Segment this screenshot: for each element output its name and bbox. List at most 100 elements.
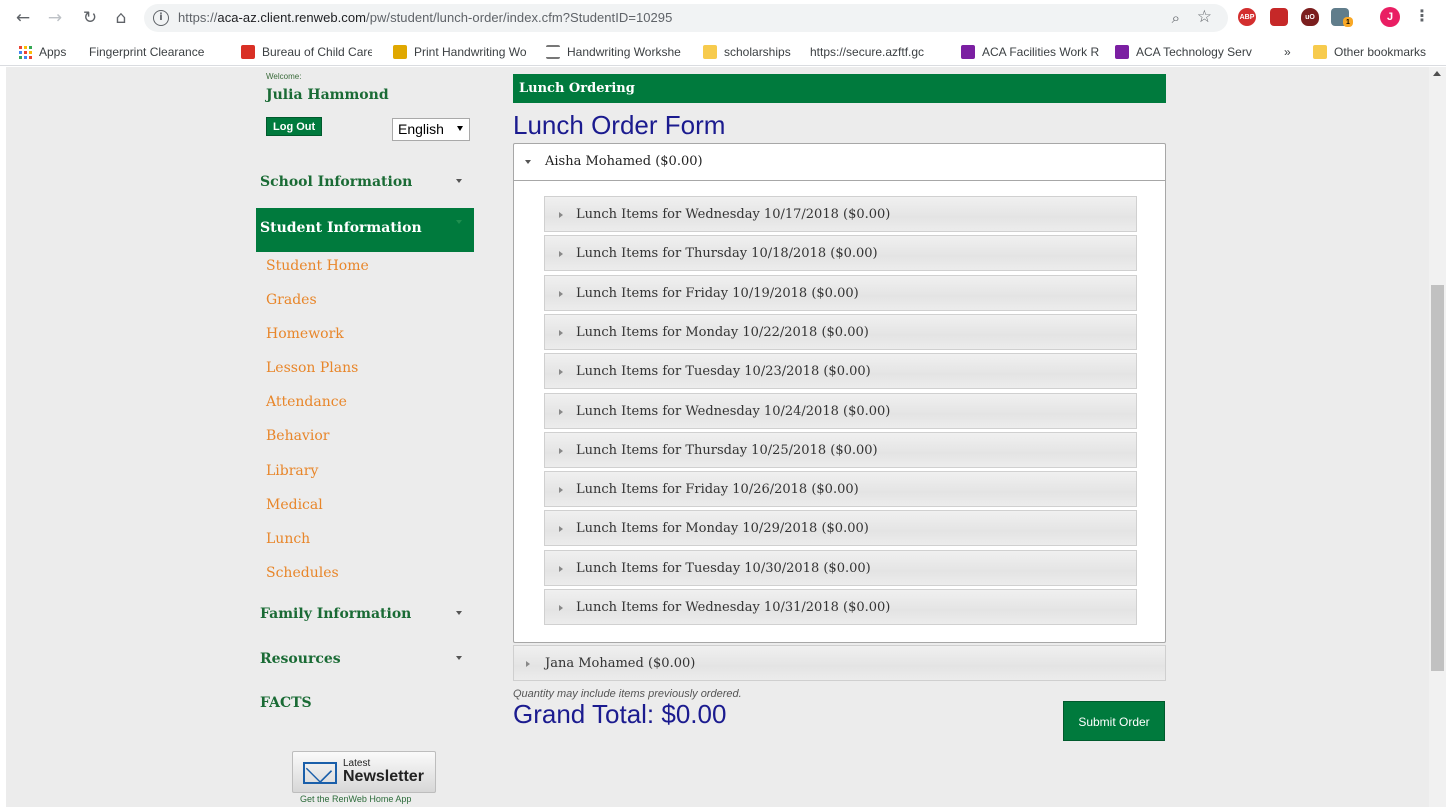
sidebar-item-attendance[interactable]: Attendance bbox=[266, 394, 347, 410]
back-arrow-icon[interactable]: ← bbox=[12, 7, 34, 29]
logout-button[interactable]: Log Out bbox=[266, 117, 323, 136]
bookmark-bureau-child-care[interactable]: Bureau of Child Care bbox=[241, 44, 372, 60]
lunch-day-row[interactable]: Lunch Items for Wednesday 10/31/2018 ($0… bbox=[544, 589, 1137, 625]
lunch-day-row[interactable]: Lunch Items for Wednesday 10/24/2018 ($0… bbox=[544, 392, 1137, 429]
mail-icon bbox=[303, 762, 337, 784]
lunch-day-label: Lunch Items for Tuesday 10/23/2018 ($0.0… bbox=[576, 364, 871, 380]
submit-order-button[interactable]: Submit Order bbox=[1063, 701, 1165, 741]
sidebar-item-lunch[interactable]: Lunch bbox=[266, 531, 310, 547]
expand-triangle-icon bbox=[559, 526, 563, 533]
sidebar-item-homework[interactable]: Homework bbox=[266, 326, 344, 342]
nav-school-information[interactable]: School Information bbox=[256, 167, 474, 197]
student-name-label: Jana Mohamed ($0.00) bbox=[545, 656, 696, 671]
lunch-day-label: Lunch Items for Thursday 10/18/2018 ($0.… bbox=[576, 246, 878, 262]
scroll-up-arrow-icon[interactable] bbox=[1433, 71, 1441, 76]
renweb-app-link[interactable]: Get the RenWeb Home App bbox=[300, 794, 411, 804]
bookmarks-bar: Apps Fingerprint Clearance Bureau of Chi… bbox=[0, 36, 1446, 66]
chevron-down-icon bbox=[456, 611, 462, 615]
bookmark-aca-facilities[interactable]: ACA Facilities Work R bbox=[961, 44, 1109, 60]
expand-triangle-icon bbox=[559, 251, 563, 258]
lunch-day-label: Lunch Items for Wednesday 10/17/2018 ($0… bbox=[576, 207, 891, 222]
home-icon[interactable]: ⌂ bbox=[110, 7, 132, 29]
sidebar-item-grades[interactable]: Grades bbox=[266, 292, 317, 308]
nav-section-label: Resources bbox=[260, 651, 341, 667]
sidebar-item-student-home[interactable]: Student Home bbox=[266, 258, 369, 274]
newsletter-button[interactable]: Latest Newsletter bbox=[292, 751, 436, 793]
lunch-day-label: Lunch Items for Wednesday 10/31/2018 ($0… bbox=[576, 600, 891, 615]
bookmark-scholarships[interactable]: scholarships bbox=[703, 44, 791, 60]
site-info-icon[interactable]: i bbox=[153, 10, 169, 26]
bookmark-star-icon[interactable]: ☆ bbox=[1197, 7, 1212, 27]
lunch-day-label: Lunch Items for Thursday 10/25/2018 ($0.… bbox=[576, 442, 878, 458]
lunch-day-row[interactable]: Lunch Items for Friday 10/26/2018 ($0.00… bbox=[544, 471, 1137, 508]
lunch-day-label: Lunch Items for Monday 10/29/2018 ($0.00… bbox=[576, 521, 869, 537]
profile-avatar[interactable]: J bbox=[1380, 7, 1400, 27]
nav-student-information[interactable]: Student Information bbox=[256, 208, 474, 252]
reload-icon[interactable]: ↻ bbox=[79, 7, 101, 29]
nav-facts[interactable]: FACTS bbox=[256, 688, 474, 718]
lunch-day-label: Lunch Items for Tuesday 10/30/2018 ($0.0… bbox=[576, 560, 871, 576]
sidebar-item-schedules[interactable]: Schedules bbox=[266, 565, 339, 581]
lunch-day-row[interactable]: Lunch Items for Tuesday 10/30/2018 ($0.0… bbox=[544, 549, 1137, 586]
forms-icon bbox=[1115, 45, 1129, 59]
url-text[interactable]: https://aca-az.client.renweb.com/pw/stud… bbox=[178, 10, 672, 25]
lunch-day-label: Lunch Items for Monday 10/22/2018 ($0.00… bbox=[576, 324, 869, 340]
sidebar-item-behavior[interactable]: Behavior bbox=[266, 428, 329, 444]
bookmark-aca-technology[interactable]: ACA Technology Serv bbox=[1115, 44, 1262, 60]
nav-resources[interactable]: Resources bbox=[256, 644, 474, 674]
expand-triangle-icon bbox=[559, 290, 563, 297]
menu-kebab-icon[interactable]: ⋮ bbox=[1414, 6, 1430, 25]
nav-section-label: Student Information bbox=[260, 220, 422, 236]
welcome-label: Welcome: bbox=[266, 72, 302, 81]
lunch-day-label: Lunch Items for Friday 10/26/2018 ($0.00… bbox=[576, 482, 859, 498]
bookmark-secure-azftf[interactable]: https://secure.azftf.gc bbox=[810, 44, 944, 60]
lunch-day-row[interactable]: Lunch Items for Monday 10/29/2018 ($0.00… bbox=[544, 510, 1137, 547]
sidebar-item-library[interactable]: Library bbox=[266, 463, 318, 479]
lunch-day-row[interactable]: Lunch Items for Thursday 10/25/2018 ($0.… bbox=[544, 431, 1137, 468]
expand-triangle-icon bbox=[559, 212, 563, 218]
main-content: Lunch Ordering Lunch Order Form Aisha Mo… bbox=[513, 67, 1166, 807]
bookmark-apps[interactable]: Apps bbox=[19, 44, 66, 60]
collapse-triangle-icon bbox=[526, 661, 530, 667]
sidebar-item-medical[interactable]: Medical bbox=[266, 497, 323, 513]
forward-arrow-icon[interactable]: → bbox=[44, 7, 66, 29]
lunch-day-row[interactable]: Lunch Items for Tuesday 10/23/2018 ($0.0… bbox=[544, 353, 1137, 390]
lunch-day-row[interactable]: Lunch Items for Monday 10/22/2018 ($0.00… bbox=[544, 313, 1137, 350]
adblock-plus-icon[interactable]: ABP bbox=[1238, 8, 1256, 26]
expand-triangle-icon bbox=[525, 160, 531, 164]
bookmark-other-bookmarks[interactable]: Other bookmarks bbox=[1313, 44, 1426, 60]
lunch-day-label: Lunch Items for Wednesday 10/24/2018 ($0… bbox=[576, 403, 891, 419]
handwriting-icon bbox=[393, 45, 407, 59]
sidebar-item-lesson-plans[interactable]: Lesson Plans bbox=[266, 360, 358, 376]
zoom-icon[interactable]: ⌕ bbox=[1172, 9, 1180, 27]
nav-section-label: FACTS bbox=[260, 695, 312, 711]
language-select[interactable]: English bbox=[392, 118, 470, 141]
student-name-label: Aisha Mohamed ($0.00) bbox=[545, 154, 703, 169]
user-name: Julia Hammond bbox=[266, 87, 389, 103]
forms-icon bbox=[961, 45, 975, 59]
student-accordion-header[interactable]: Aisha Mohamed ($0.00) bbox=[514, 144, 1165, 181]
page-title: Lunch Order Form bbox=[513, 110, 726, 140]
bookmarks-overflow-chevron[interactable]: » bbox=[1284, 44, 1291, 60]
vertical-scrollbar[interactable] bbox=[1429, 67, 1446, 807]
expand-triangle-icon bbox=[559, 487, 563, 494]
worksheet-icon bbox=[546, 45, 560, 59]
student-panel-expanded: Aisha Mohamed ($0.00) Lunch Items for We… bbox=[513, 143, 1166, 643]
lunch-day-row[interactable]: Lunch Items for Thursday 10/18/2018 ($0.… bbox=[544, 235, 1137, 272]
ublock-origin-icon[interactable]: uO bbox=[1301, 8, 1319, 26]
address-bar[interactable]: i https://aca-az.client.renweb.com/pw/st… bbox=[144, 4, 1228, 32]
nav-family-information[interactable]: Family Information bbox=[256, 599, 474, 629]
scroll-thumb[interactable] bbox=[1431, 285, 1444, 671]
lunch-day-row[interactable]: Lunch Items for Wednesday 10/17/2018 ($0… bbox=[544, 196, 1137, 232]
lunch-day-row[interactable]: Lunch Items for Friday 10/19/2018 ($0.00… bbox=[544, 274, 1137, 311]
bookmark-print-handwriting[interactable]: Print Handwriting Wo bbox=[393, 44, 536, 60]
bookmark-handwriting-worksheets[interactable]: Handwriting Workshe bbox=[546, 44, 687, 60]
extension-badge: 1 bbox=[1343, 17, 1353, 27]
section-header: Lunch Ordering bbox=[513, 74, 1166, 103]
page-viewport: Welcome: Julia Hammond Log Out English S… bbox=[0, 67, 1446, 807]
expand-triangle-icon bbox=[559, 605, 563, 611]
bookmark-fingerprint-clearance[interactable]: Fingerprint Clearance bbox=[89, 44, 227, 60]
extension-red-icon[interactable] bbox=[1270, 8, 1288, 26]
student-accordion-collapsed[interactable]: Jana Mohamed ($0.00) bbox=[513, 645, 1166, 681]
expand-triangle-icon bbox=[559, 408, 563, 415]
